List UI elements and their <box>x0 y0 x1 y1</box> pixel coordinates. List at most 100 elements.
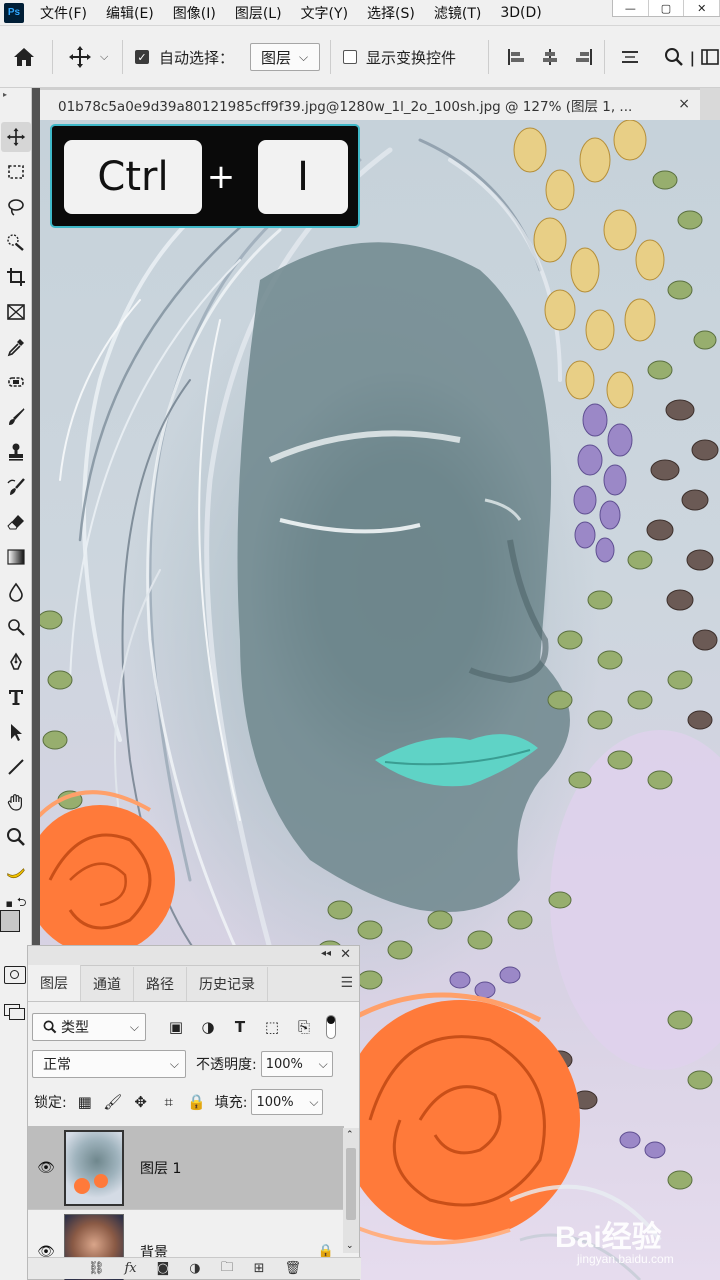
marquee-tool[interactable] <box>1 157 31 187</box>
menu-3d[interactable]: 3D(D) <box>500 5 541 21</box>
move-tool-preset-button[interactable]: ⌵ <box>68 26 108 88</box>
filter-pixel-layers-button[interactable]: ▣ <box>164 1015 188 1039</box>
menu-image[interactable]: 图像(I) <box>173 3 216 23</box>
blend-mode-dropdown[interactable]: 正常 ⌵ <box>32 1050 186 1078</box>
layers-scrollbar[interactable]: ⌃ ⌄ <box>343 1128 359 1253</box>
align-top-button[interactable] <box>620 26 640 88</box>
menu-edit[interactable]: 编辑(E) <box>106 3 154 23</box>
opacity-field[interactable]: 100% ⌵ <box>260 1051 333 1077</box>
zoom-tool[interactable] <box>1 822 31 852</box>
crop-tool[interactable] <box>1 262 31 292</box>
frame-tool[interactable] <box>1 297 31 327</box>
brush-tool[interactable] <box>1 402 31 432</box>
collapse-panel-icon[interactable]: ◂◂ <box>321 948 331 959</box>
filter-toggle-switch[interactable] <box>326 1015 336 1039</box>
clone-stamp-tool[interactable] <box>1 437 31 467</box>
banana-tool[interactable] <box>1 857 31 887</box>
minimize-button[interactable]: — <box>613 0 649 16</box>
fill-label: 填充: <box>214 1095 248 1111</box>
filter-smart-object-button[interactable]: ⎘ <box>292 1015 316 1039</box>
history-brush-tool[interactable] <box>1 472 31 502</box>
blend-opacity-row: 正常 ⌵ 不透明度: 100% ⌵ <box>28 1048 361 1080</box>
menu-select[interactable]: 选择(S) <box>367 3 415 23</box>
healing-brush-tool[interactable] <box>1 367 31 397</box>
menu-filter[interactable]: 滤镜(T) <box>434 3 481 23</box>
folder-icon[interactable]: 🗀 <box>221 1258 234 1280</box>
eye-icon[interactable]: 👁 <box>28 1160 64 1176</box>
line-tool[interactable] <box>1 752 31 782</box>
menu-layer[interactable]: 图层(L) <box>235 3 282 23</box>
close-button[interactable]: ✕ <box>684 0 720 16</box>
show-transform-label: 显示变换控件 <box>366 48 457 67</box>
panel-menu-icon[interactable]: ☰ <box>340 975 353 991</box>
opacity-value: 100% <box>265 1056 303 1072</box>
tab-layers[interactable]: 图层 <box>28 965 81 1001</box>
close-icon[interactable]: × <box>678 96 690 112</box>
show-transform-checkbox[interactable] <box>343 50 357 64</box>
tab-channels[interactable]: 通道 <box>81 967 134 1001</box>
fill-field[interactable]: 100% ⌵ <box>251 1089 324 1115</box>
panel-header[interactable]: ◂◂ ✕ <box>28 946 359 966</box>
blend-mode-value: 正常 <box>43 1057 71 1073</box>
dodge-icon <box>8 619 25 636</box>
lock-position-button[interactable]: ✥ <box>129 1090 153 1114</box>
maximize-button[interactable]: ▢ <box>649 0 685 16</box>
document-tab[interactable]: 01b78c5a0e9d39a80121985cff9f39.jpg@1280w… <box>40 88 700 120</box>
fx-icon[interactable]: fx <box>124 1261 136 1276</box>
type-tool[interactable] <box>1 682 31 712</box>
lock-all-button[interactable]: 🔒 <box>185 1090 209 1114</box>
panel-grip-icon[interactable]: ▸ <box>3 90 7 99</box>
foreground-color-swatch[interactable] <box>0 910 20 932</box>
move-tool[interactable] <box>1 122 31 152</box>
add-mask-icon[interactable]: ◙ <box>157 1261 170 1276</box>
filter-type-layers-button[interactable]: T <box>228 1015 252 1039</box>
scroll-down-icon[interactable]: ⌄ <box>346 1241 354 1251</box>
dodge-tool[interactable] <box>1 612 31 642</box>
scrollbar-thumb[interactable] <box>346 1148 356 1220</box>
search-button[interactable] <box>664 26 684 88</box>
more-options-button[interactable]: ǀ <box>690 26 719 88</box>
layer-row[interactable]: 👁 图层 1 <box>28 1126 344 1210</box>
quick-mask-button[interactable] <box>4 966 26 984</box>
eyedropper-tool[interactable] <box>1 332 31 362</box>
new-layer-icon[interactable]: ⊞ <box>254 1261 265 1276</box>
link-layers-icon[interactable]: ⛓ <box>88 1261 105 1276</box>
divider <box>488 40 489 74</box>
align-right-button[interactable] <box>574 26 594 88</box>
auto-select-label: 自动选择： <box>159 48 235 67</box>
lock-artboard-button[interactable]: ⌗ <box>157 1090 181 1114</box>
home-icon <box>14 48 34 66</box>
auto-select-target-dropdown[interactable]: 图层 ⌵ <box>250 43 320 71</box>
layer-thumbnail <box>64 1129 124 1206</box>
lock-icon: 🔒 <box>187 1093 207 1111</box>
adjustment-layer-icon[interactable]: ◑ <box>189 1261 200 1276</box>
lock-image-pixels-button[interactable]: 🖌 <box>101 1090 125 1114</box>
filter-shape-layers-button[interactable]: ⬚ <box>260 1015 284 1039</box>
tab-history[interactable]: 历史记录 <box>187 967 268 1001</box>
close-panel-icon[interactable]: ✕ <box>340 947 351 962</box>
quick-selection-tool[interactable] <box>1 227 31 257</box>
trash-icon[interactable]: 🗑 <box>285 1261 302 1276</box>
blur-tool[interactable] <box>1 577 31 607</box>
filter-adjustment-layers-button[interactable]: ◑ <box>196 1015 220 1039</box>
adjustment-icon: ◑ <box>201 1018 215 1036</box>
auto-select-checkbox[interactable]: ✓ <box>135 50 149 64</box>
hand-tool[interactable] <box>1 787 31 817</box>
pen-tool[interactable] <box>1 647 31 677</box>
gradient-tool[interactable] <box>1 542 31 572</box>
menu-file[interactable]: 文件(F) <box>40 3 87 23</box>
workspace-icon <box>700 49 719 65</box>
scroll-up-icon[interactable]: ⌃ <box>346 1130 354 1140</box>
lock-transparent-pixels-button[interactable]: ▦ <box>73 1090 97 1114</box>
align-left-button[interactable] <box>506 26 526 88</box>
tab-paths[interactable]: 路径 <box>134 967 187 1001</box>
path-selection-tool[interactable] <box>1 717 31 747</box>
lasso-tool[interactable] <box>1 192 31 222</box>
menu-type[interactable]: 文字(Y) <box>301 3 348 23</box>
home-button[interactable] <box>12 26 36 88</box>
frame-icon <box>7 304 25 320</box>
layer-filter-dropdown[interactable]: 类型 ⌵ <box>32 1013 146 1041</box>
screen-mode-button[interactable] <box>4 1002 26 1020</box>
eraser-tool[interactable] <box>1 507 31 537</box>
align-hcenter-button[interactable] <box>540 26 560 88</box>
